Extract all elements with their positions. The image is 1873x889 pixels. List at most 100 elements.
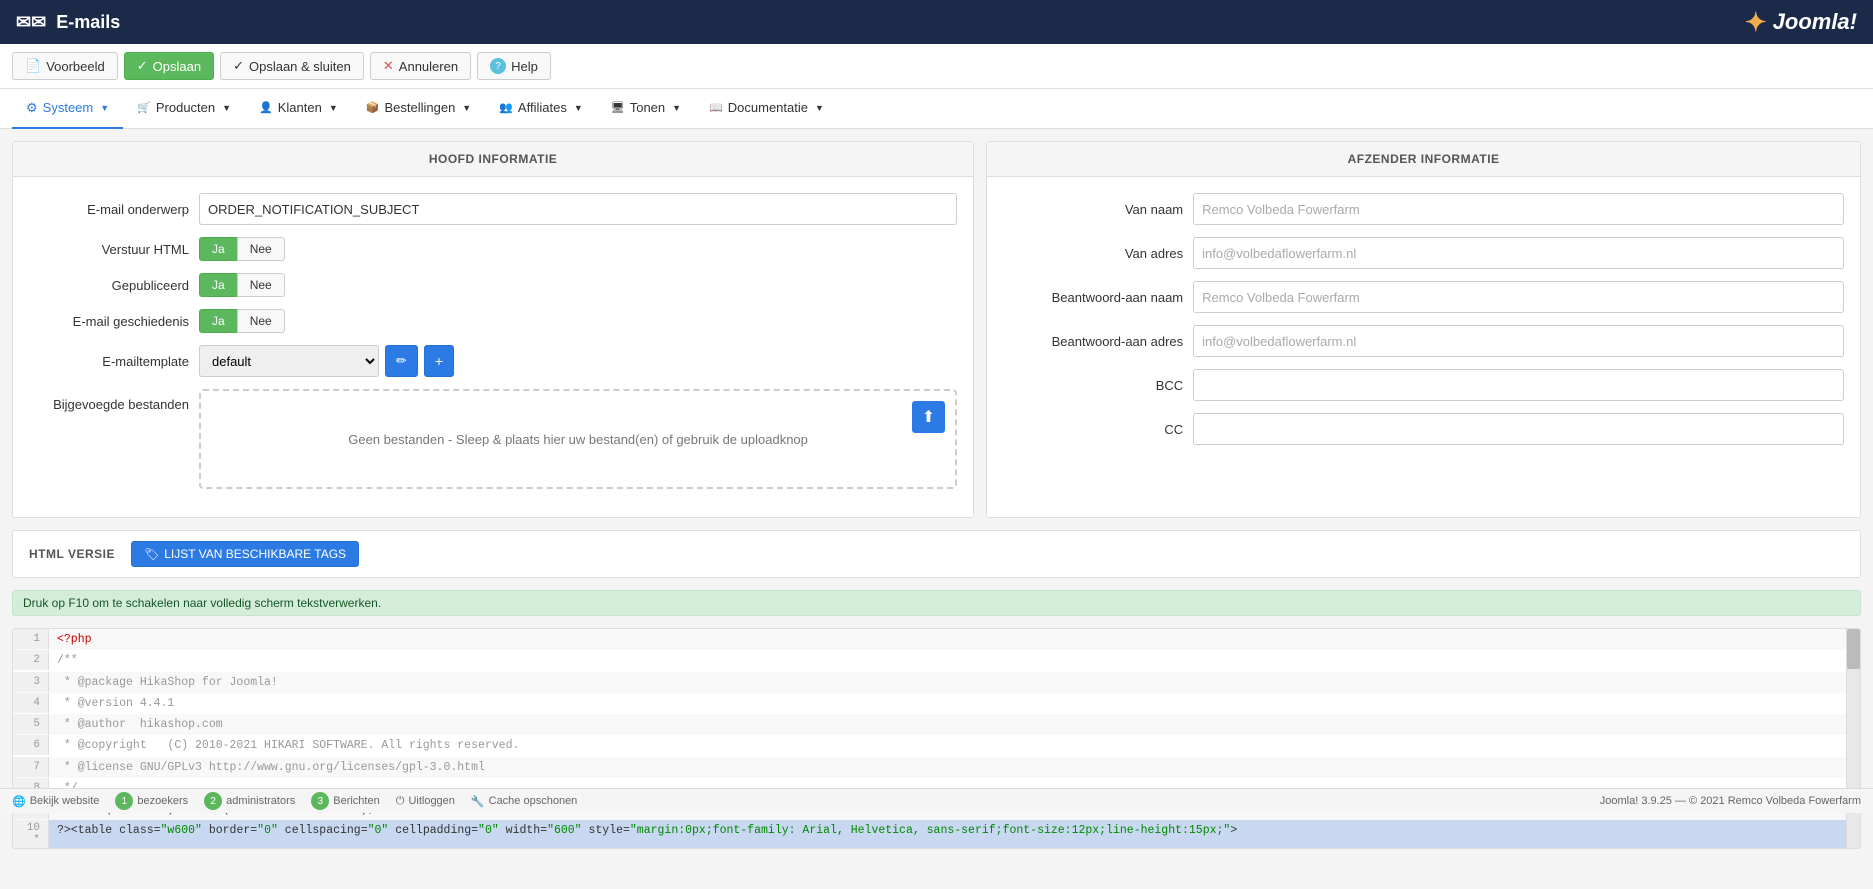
top-header: ✉ E-mails ✦ Joomla!: [0, 0, 1873, 44]
verstuur-html-group: Verstuur HTML Ja Nee: [29, 237, 957, 261]
upload-text: Geen bestanden - Sleep & plaats hier uw …: [348, 432, 808, 447]
html-versie-label: HTML VERSIE: [29, 547, 115, 561]
bcc-label: BCC: [1003, 378, 1183, 393]
code-editor-scroll: 1 <?php 2 /** 3 * @package HikaShop for …: [13, 629, 1860, 848]
code-line-5: 5 * @author hikashop.com: [13, 714, 1860, 735]
beantwoord-adres-group: Beantwoord-aan adres: [1003, 325, 1844, 357]
help-button[interactable]: ? Help: [477, 52, 551, 80]
nav-item-systeem[interactable]: ⚙ Systeem ▼: [12, 89, 123, 129]
caret-icon-4: ▼: [462, 103, 471, 113]
email-template-group: E-mailtemplate default ✏ +: [29, 345, 957, 377]
code-line-7: 7 * @license GNU/GPLv3 http://www.gnu.or…: [13, 757, 1860, 778]
status-bar: 🌐 Bekijk website 1 bezoekers 2 administr…: [0, 788, 1873, 813]
line-number-1: 1: [13, 629, 49, 649]
sender-info-panel: AFZENDER INFORMATIE Van naam Van adres B…: [986, 141, 1861, 518]
editor-notice: Druk op F10 om te schakelen naar volledi…: [12, 590, 1861, 616]
van-naam-group: Van naam: [1003, 193, 1844, 225]
code-content-6: * @copyright (C) 2010-2021 HIKARI SOFTWA…: [49, 735, 527, 756]
beantwoord-adres-label: Beantwoord-aan adres: [1003, 334, 1183, 349]
tags-button[interactable]: 🏷 LIJST VAN BESCHIKBARE TAGS: [131, 541, 359, 567]
bcc-group: BCC: [1003, 369, 1844, 401]
nav-item-affiliates[interactable]: 👥 Affiliates ▼: [485, 89, 597, 129]
van-naam-input[interactable]: [1193, 193, 1844, 225]
line-number-6: 6: [13, 735, 49, 755]
caret-icon-7: ▼: [815, 103, 824, 113]
scroll-thumb[interactable]: [1847, 629, 1861, 669]
pencil-icon: ✏: [396, 353, 407, 369]
code-content-4: * @version 4.4.1: [49, 693, 182, 714]
caret-icon-6: ▼: [672, 103, 681, 113]
save-close-button[interactable]: ✓ Opslaan & sluiten: [220, 52, 364, 80]
cache-icon: 🔧: [471, 795, 485, 808]
gepubliceerd-ja[interactable]: Ja: [199, 273, 238, 297]
logout-item[interactable]: ⏻ Uitloggen: [396, 795, 455, 808]
attachments-label: Bijgevoegde bestanden: [29, 389, 189, 412]
main-info-panel: HOOFD INFORMATIE E-mail onderwerp Verstu…: [12, 141, 974, 518]
messages-badge: 3: [311, 792, 329, 810]
add-template-button[interactable]: +: [424, 345, 454, 377]
gepubliceerd-nee[interactable]: Nee: [237, 273, 285, 297]
scroll-indicator[interactable]: [1846, 629, 1860, 848]
tag-icon: 🏷: [144, 547, 159, 561]
line-number-4: 4: [13, 693, 49, 713]
main-panel-body: E-mail onderwerp Verstuur HTML Ja Nee Ge…: [13, 177, 973, 517]
upload-area[interactable]: ⬆ Geen bestanden - Sleep & plaats hier u…: [199, 389, 957, 489]
toolbar: 📄 Voorbeeld ✓ Opslaan ✓ Opslaan & sluite…: [0, 44, 1873, 89]
main-panel-heading: HOOFD INFORMATIE: [13, 142, 973, 177]
code-content-1: <?php: [49, 629, 100, 650]
line-number-10: 10 *: [13, 820, 49, 848]
beantwoord-naam-input[interactable]: [1193, 281, 1844, 313]
cc-label: CC: [1003, 422, 1183, 437]
monitor-icon: 🖥: [611, 101, 625, 114]
admins-item[interactable]: 2 administrators: [204, 792, 295, 810]
nav-item-documentatie[interactable]: 📖 Documentatie ▼: [695, 89, 838, 129]
check-icon: ✓: [137, 58, 148, 74]
sender-panel-heading: AFZENDER INFORMATIE: [987, 142, 1860, 177]
code-line-2: 2 /**: [13, 650, 1860, 671]
nav-item-bestellingen[interactable]: 📦 Bestellingen ▼: [352, 89, 485, 129]
joomla-brand: Joomla!: [1773, 9, 1857, 35]
line-number-2: 2: [13, 650, 49, 670]
plus-icon: +: [435, 353, 443, 369]
joomla-logo: ✦ Joomla!: [1745, 7, 1857, 38]
verstuur-html-toggle: Ja Nee: [199, 237, 285, 261]
van-adres-input[interactable]: [1193, 237, 1844, 269]
upload-button[interactable]: ⬆: [912, 401, 945, 433]
code-line-1: 1 <?php: [13, 629, 1860, 650]
caret-icon-2: ▼: [222, 103, 231, 113]
gepubliceerd-label: Gepubliceerd: [29, 278, 189, 293]
email-subject-label: E-mail onderwerp: [29, 202, 189, 217]
caret-icon-3: ▼: [329, 103, 338, 113]
save-button[interactable]: ✓ Opslaan: [124, 52, 214, 80]
template-row: default ✏ +: [199, 345, 454, 377]
code-line-6: 6 * @copyright (C) 2010-2021 HIKARI SOFT…: [13, 735, 1860, 756]
box-icon: 📦: [366, 101, 380, 114]
code-editor[interactable]: 1 <?php 2 /** 3 * @package HikaShop for …: [12, 628, 1861, 849]
email-icon: ✉: [16, 12, 46, 33]
nav-item-tonen[interactable]: 🖥 Tonen ▼: [597, 89, 695, 129]
nav-item-producten[interactable]: 🛒 Producten ▼: [123, 89, 245, 129]
email-history-ja[interactable]: Ja: [199, 309, 238, 333]
preview-button[interactable]: 📄 Voorbeeld: [12, 52, 118, 80]
cc-input[interactable]: [1193, 413, 1844, 445]
website-item[interactable]: 🌐 Bekijk website: [12, 795, 99, 808]
email-history-nee[interactable]: Nee: [237, 309, 285, 333]
code-content-10: ?><table class="w600" border="0" cellspa…: [49, 820, 1245, 841]
footer-text: Joomla! 3.9.25 — © 2021 Remco Volbeda Fo…: [1600, 795, 1861, 807]
messages-item[interactable]: 3 Berichten: [311, 792, 379, 810]
logout-icon: ⏻: [396, 795, 405, 808]
nav-item-klanten[interactable]: 👤 Klanten ▼: [245, 89, 352, 129]
preview-icon: 📄: [25, 58, 41, 74]
beantwoord-adres-input[interactable]: [1193, 325, 1844, 357]
content-area: HOOFD INFORMATIE E-mail onderwerp Verstu…: [0, 129, 1873, 861]
bcc-input[interactable]: [1193, 369, 1844, 401]
verstuur-html-ja[interactable]: Ja: [199, 237, 238, 261]
template-select[interactable]: default: [199, 345, 379, 377]
code-line-10: 10 * ?><table class="w600" border="0" ce…: [13, 820, 1860, 848]
visitors-item[interactable]: 1 bezoekers: [115, 792, 188, 810]
cancel-button[interactable]: ✕ Annuleren: [370, 52, 471, 80]
verstuur-html-nee[interactable]: Nee: [237, 237, 285, 261]
email-subject-input[interactable]: [199, 193, 957, 225]
edit-template-button[interactable]: ✏: [385, 345, 418, 377]
cache-item[interactable]: 🔧 Cache opschonen: [471, 795, 577, 808]
